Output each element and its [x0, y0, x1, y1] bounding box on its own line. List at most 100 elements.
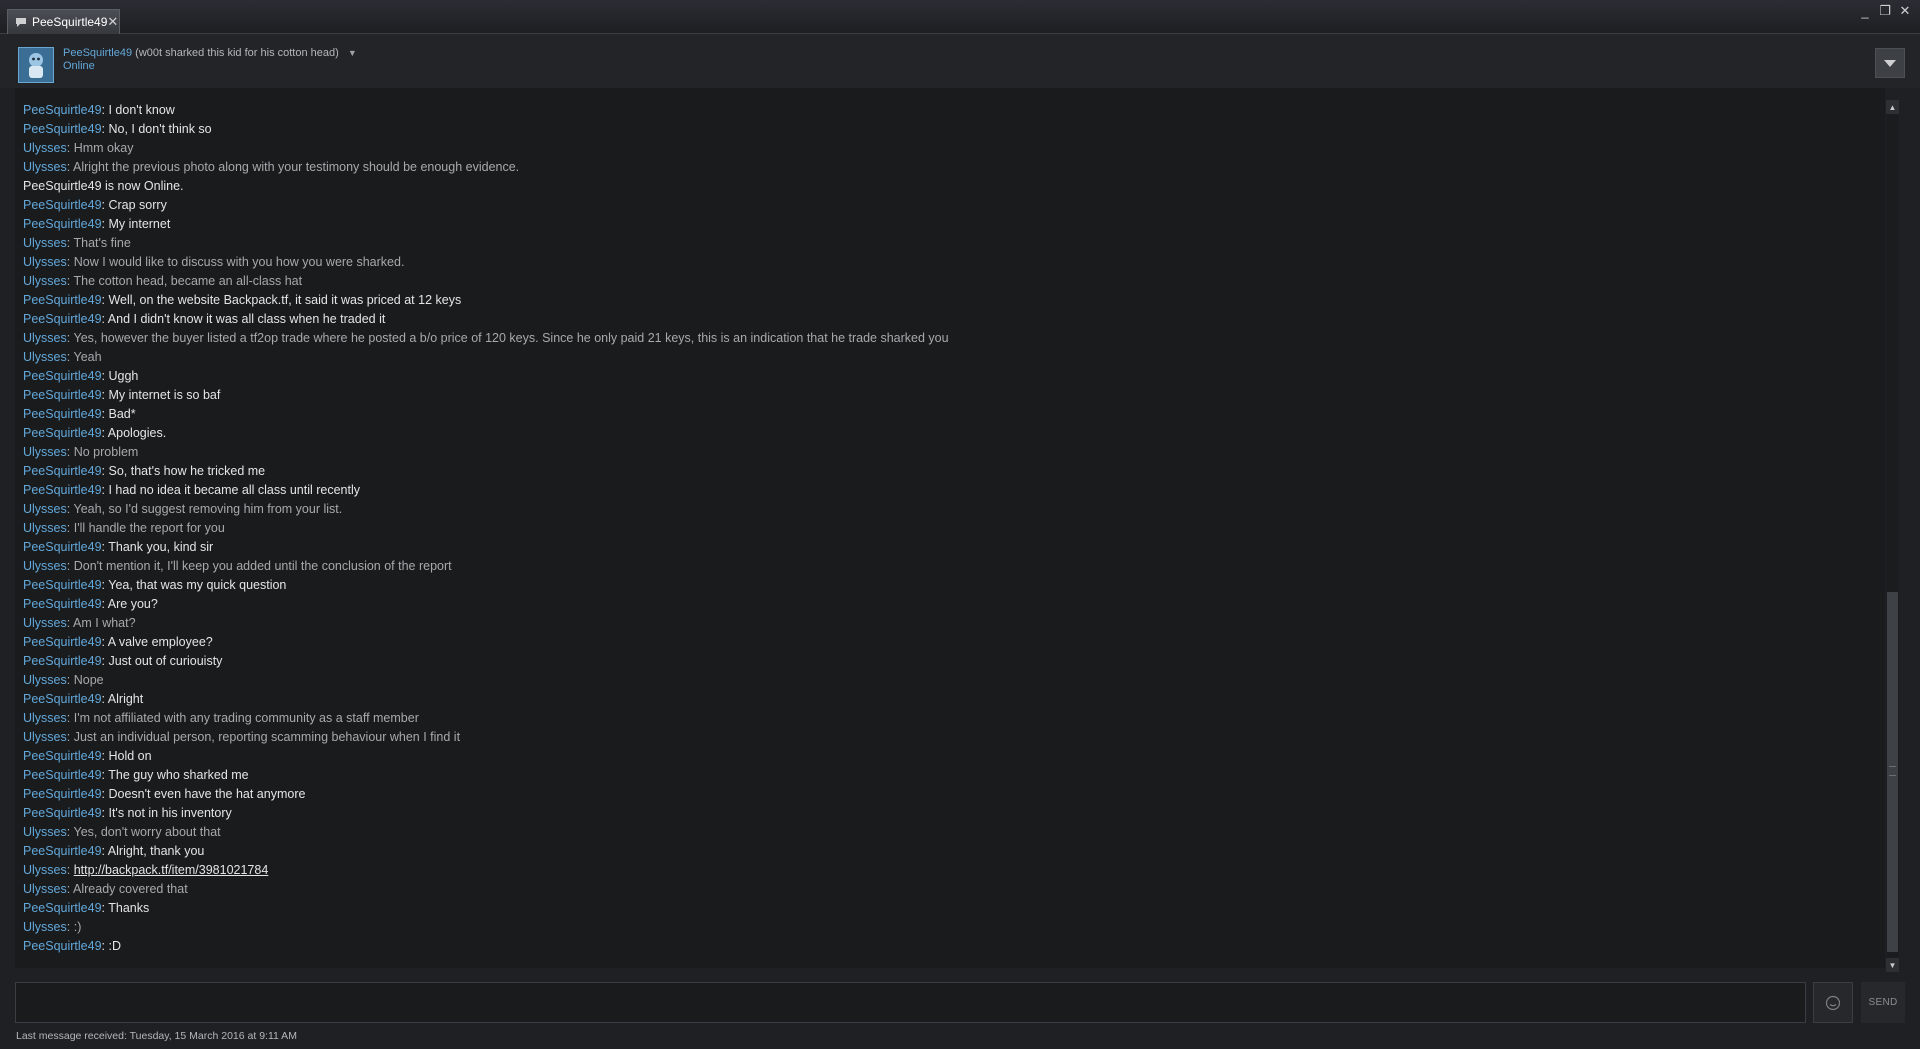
- friend-avatar[interactable]: [18, 47, 54, 83]
- friend-persona[interactable]: PeeSquirtle49 (w00t sharked this kid for…: [63, 47, 357, 72]
- tab-peesquirtle49[interactable]: PeeSquirtle49 ✕: [7, 9, 120, 34]
- chat-message: PeeSquirtle49: Uggh: [23, 369, 139, 383]
- message-speaker[interactable]: Ulysses: [23, 673, 67, 687]
- chat-message: PeeSquirtle49: Yea, that was my quick qu…: [23, 578, 287, 592]
- message-text: It's not in his inventory: [108, 806, 232, 820]
- chat-message: PeeSquirtle49: My internet: [23, 217, 171, 231]
- message-speaker[interactable]: Ulysses: [23, 236, 67, 250]
- message-text: The guy who sharked me: [108, 768, 249, 782]
- message-speaker[interactable]: Ulysses: [23, 863, 67, 877]
- message-text: No, I don't think so: [108, 122, 212, 136]
- message-speaker[interactable]: Ulysses: [23, 445, 67, 459]
- chat-message: PeeSquirtle49: Thank you, kind sir: [23, 540, 214, 554]
- chat-message: PeeSquirtle49: It's not in his inventory: [23, 806, 232, 820]
- message-speaker[interactable]: Ulysses: [23, 350, 67, 364]
- friend-nickname: (w00t sharked this kid for his cotton he…: [135, 47, 339, 59]
- message-speaker[interactable]: Ulysses: [23, 255, 67, 269]
- message-speaker[interactable]: PeeSquirtle49: [23, 483, 102, 497]
- message-speaker[interactable]: PeeSquirtle49: [23, 103, 102, 117]
- chat-message: PeeSquirtle49: My internet is so baf: [23, 388, 221, 402]
- chat-message: PeeSquirtle49: Just out of curiouisty: [23, 654, 223, 668]
- chat-message: Ulysses: :): [23, 920, 82, 934]
- scroll-thumb[interactable]: [1887, 592, 1898, 952]
- message-speaker[interactable]: PeeSquirtle49: [23, 464, 102, 478]
- message-speaker[interactable]: PeeSquirtle49: [23, 122, 102, 136]
- message-speaker[interactable]: Ulysses: [23, 559, 67, 573]
- message-speaker[interactable]: Ulysses: [23, 920, 67, 934]
- chat-message: Ulysses: Yeah, so I'd suggest removing h…: [23, 502, 343, 516]
- message-speaker[interactable]: PeeSquirtle49: [23, 654, 102, 668]
- message-speaker[interactable]: PeeSquirtle49: [23, 407, 102, 421]
- tab-close-icon[interactable]: ✕: [107, 14, 118, 30]
- chat-options-dropdown[interactable]: [1875, 48, 1905, 78]
- message-speaker[interactable]: PeeSquirtle49: [23, 597, 102, 611]
- message-speaker[interactable]: Ulysses: [23, 141, 67, 155]
- message-text: Yes, however the buyer listed a tf2op tr…: [73, 331, 949, 345]
- friend-name: PeeSquirtle49: [63, 47, 133, 59]
- scroll-up-icon[interactable]: ▲: [1886, 100, 1899, 114]
- message-speaker[interactable]: PeeSquirtle49: [23, 578, 102, 592]
- chat-message: PeeSquirtle49: I don't know: [23, 103, 175, 117]
- message-text: That's fine: [73, 236, 131, 250]
- message-speaker[interactable]: PeeSquirtle49: [23, 426, 102, 440]
- message-speaker[interactable]: Ulysses: [23, 711, 67, 725]
- message-speaker[interactable]: Ulysses: [23, 502, 67, 516]
- scroll-down-icon[interactable]: ▼: [1886, 958, 1899, 972]
- message-link[interactable]: http://backpack.tf/item/3981021784: [74, 863, 269, 877]
- message-speaker[interactable]: PeeSquirtle49: [23, 749, 102, 763]
- chat-scrollbar[interactable]: ▲ ▼: [1886, 100, 1899, 972]
- message-speaker[interactable]: Ulysses: [23, 882, 67, 896]
- tab-bar: PeeSquirtle49 ✕ _ ❐ ✕: [0, 0, 1920, 34]
- chat-bubble-icon: [15, 17, 27, 28]
- message-speaker[interactable]: PeeSquirtle49: [23, 312, 102, 326]
- message-text: So, that's how he tricked me: [108, 464, 266, 478]
- message-speaker[interactable]: Ulysses: [23, 730, 67, 744]
- message-speaker[interactable]: PeeSquirtle49: [23, 692, 102, 706]
- message-text: Are you?: [107, 597, 158, 611]
- message-text: My internet is so baf: [108, 388, 221, 402]
- message-speaker[interactable]: PeeSquirtle49: [23, 939, 102, 953]
- message-speaker[interactable]: PeeSquirtle49: [23, 198, 102, 212]
- message-speaker[interactable]: Ulysses: [23, 160, 67, 174]
- message-text: I had no idea it became all class until …: [108, 483, 361, 497]
- message-text: No problem: [73, 445, 139, 459]
- message-speaker[interactable]: PeeSquirtle49: [23, 388, 102, 402]
- chat-message: Ulysses: Yes, don't worry about that: [23, 825, 221, 839]
- maximize-icon[interactable]: ❐: [1878, 3, 1892, 18]
- message-speaker[interactable]: PeeSquirtle49: [23, 217, 102, 231]
- message-speaker[interactable]: PeeSquirtle49: [23, 540, 102, 554]
- chat-header: PeeSquirtle49 (w00t sharked this kid for…: [0, 34, 1920, 88]
- chat-message: PeeSquirtle49: Well, on the website Back…: [23, 293, 462, 307]
- chat-message: Ulysses: Hmm okay: [23, 141, 134, 155]
- message-speaker[interactable]: PeeSquirtle49: [23, 768, 102, 782]
- message-speaker[interactable]: Ulysses: [23, 331, 67, 345]
- minimize-icon[interactable]: _: [1858, 4, 1872, 19]
- message-speaker[interactable]: PeeSquirtle49: [23, 293, 102, 307]
- message-text: :): [73, 920, 82, 934]
- persona-dropdown-icon[interactable]: ▼: [348, 48, 357, 58]
- message-speaker[interactable]: PeeSquirtle49: [23, 369, 102, 383]
- window-controls: _ ❐ ✕: [1858, 3, 1912, 19]
- message-text: Uggh: [108, 369, 139, 383]
- message-speaker[interactable]: Ulysses: [23, 521, 67, 535]
- close-icon[interactable]: ✕: [1898, 3, 1912, 18]
- message-text: The cotton head, became an all-class hat: [73, 274, 303, 288]
- emoticon-button[interactable]: [1813, 982, 1853, 1023]
- message-text: Well, on the website Backpack.tf, it sai…: [108, 293, 462, 307]
- message-speaker[interactable]: PeeSquirtle49: [23, 635, 102, 649]
- message-text: Yeah, so I'd suggest removing him from y…: [73, 502, 343, 516]
- message-text: Alright the previous photo along with yo…: [73, 160, 520, 174]
- message-speaker[interactable]: PeeSquirtle49: [23, 787, 102, 801]
- message-list: PeeSquirtle49: I don't know PeeSquirtle49…: [23, 101, 949, 956]
- message-speaker[interactable]: Ulysses: [23, 274, 67, 288]
- message-text: I'll handle the report for you: [73, 521, 225, 535]
- send-button[interactable]: SEND: [1861, 982, 1905, 1023]
- message-speaker[interactable]: Ulysses: [23, 825, 67, 839]
- chat-message: PeeSquirtle49: Are you?: [23, 597, 158, 611]
- message-speaker[interactable]: PeeSquirtle49: [23, 844, 102, 858]
- message-speaker[interactable]: Ulysses: [23, 616, 67, 630]
- message-input[interactable]: [15, 982, 1806, 1023]
- message-speaker[interactable]: PeeSquirtle49: [23, 806, 102, 820]
- chat-message: Ulysses: http://backpack.tf/item/3981021…: [23, 863, 269, 877]
- message-speaker[interactable]: PeeSquirtle49: [23, 901, 102, 915]
